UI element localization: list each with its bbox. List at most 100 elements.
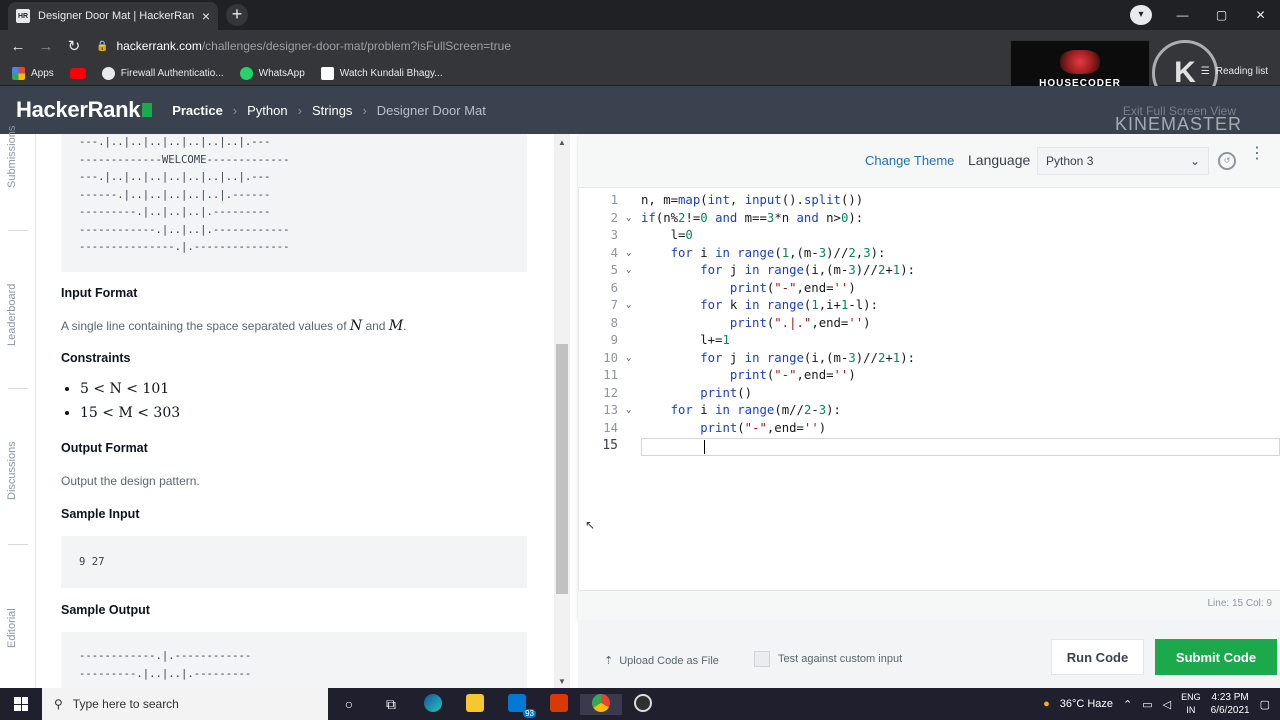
line-number: 10 [603,350,618,365]
bookmark-whatsapp[interactable]: WhatsApp [239,67,305,80]
breadcrumb-python[interactable]: Python [247,103,287,118]
language-label: Language [968,152,1031,168]
file-explorer-icon[interactable] [454,693,496,715]
mail-icon[interactable]: 93 [496,693,538,718]
code-text: for j in range(i,(m-3)//2+1): [700,350,915,365]
code-line[interactable]: 14 print("-",end='') [580,420,1280,438]
code-line[interactable]: 11 print("-",end='') [580,367,1280,385]
scroll-down-icon[interactable]: ▼ [558,677,566,686]
obs-icon[interactable] [622,693,664,715]
scrollbar-thumb[interactable] [556,344,568,594]
active-line-highlight [641,438,1280,456]
pattern-example: ---.|..|..|..|..|..|..|..|.--- ---------… [61,134,527,272]
more-options-icon[interactable]: ⋮ [1249,146,1265,162]
run-code-button[interactable]: Run Code [1051,639,1144,675]
close-tab-icon[interactable]: × [202,8,210,24]
back-icon[interactable]: ← [4,38,32,55]
fold-chevron-icon[interactable]: ⌄ [626,262,631,280]
code-text: for j in range(i,(m-3)//2+1): [700,263,915,277]
problem-scrollbar[interactable]: ▲ ▼ [554,134,570,688]
code-line[interactable]: 7 ⌄ for k in range(1,i+1-l): [580,297,1280,315]
code-line[interactable]: 4 ⌄ for i in range(1,(m-3)//2,3): [580,245,1280,263]
clock[interactable]: 4:23 PM 6/6/2021 [1211,691,1250,717]
code-line[interactable]: 2 ⌄ if(n%2!=0 and m==3*n and n>0): [580,210,1280,228]
chrome-icon[interactable] [580,693,622,715]
bookmark-apps[interactable]: Apps [12,67,54,80]
code-line[interactable]: 10 ⌄ for j in range(i,(m-3)//2+1): [580,350,1280,368]
fold-chevron-icon[interactable]: ⌄ [626,210,631,228]
custom-input-checkbox[interactable]: Test against custom input [754,651,902,667]
code-line[interactable]: 9 l+=1 [580,332,1280,350]
code-line[interactable]: 5 ⌄ for j in range(i,(m-3)//2+1): [580,262,1280,280]
code-text: print("-",end='') [700,420,827,435]
site-icon [320,67,334,80]
network-icon[interactable]: ▭ [1142,698,1152,711]
text-caret [704,440,705,454]
chevron-up-icon[interactable]: ⌃ [1123,698,1132,711]
reset-code-icon[interactable]: ↺ [1218,152,1236,170]
constraints-heading: Constraints [61,351,131,365]
notifications-icon[interactable]: ▢ [1260,698,1270,711]
code-text: n, m=map(int, input().split()) [641,193,864,207]
task-view-icon[interactable]: ⧉ [370,696,412,713]
code-text: l+=1 [641,333,730,347]
upload-code-button[interactable]: ⇡ Upload Code as File [604,654,719,668]
start-button[interactable] [0,688,42,720]
window-controls: — ▢ ✕ [1163,0,1280,30]
breadcrumb: Practice › Python › Strings › Designer D… [172,103,486,118]
constraint-item: 5 < N < 101 [80,381,180,405]
bookmark-youtube[interactable] [69,68,86,79]
volume-icon[interactable]: ◁ [1163,698,1171,711]
weather-text[interactable]: 36°C Haze [1060,698,1113,710]
sidebar-tab-editorial[interactable]: Editorial [6,608,18,648]
scroll-up-icon[interactable]: ▲ [558,138,566,147]
line-number: 14 [603,420,618,435]
hackerrank-logo[interactable]: HackerRank [16,97,153,123]
windows-logo-icon [14,697,28,711]
sidebar-tab-discussions[interactable]: Discussions [6,441,18,500]
fold-chevron-icon[interactable]: ⌄ [626,297,631,315]
taskbar-search[interactable]: ⚲ Type here to search [42,688,328,720]
forward-icon[interactable]: → [32,38,60,55]
breadcrumb-strings[interactable]: Strings [312,103,352,118]
chevron-right-icon: › [232,102,238,118]
breadcrumb-practice[interactable]: Practice [172,103,223,118]
close-window-icon[interactable]: ✕ [1241,8,1280,22]
profile-download-icon[interactable]: ▾ [1130,5,1152,25]
bookmark-kundali[interactable]: Watch Kundali Bhagy... [320,67,443,80]
line-number: 9 [610,333,618,347]
new-tab-button[interactable]: + [226,4,248,26]
edge-icon[interactable] [412,693,454,715]
fold-chevron-icon[interactable]: ⌄ [626,402,631,420]
code-area[interactable]: 1 n, m=map(int, input().split()) 2 ⌄ if(n%2!… [580,192,1280,592]
constraints-list: 5 < N < 101 15 < M < 303 [66,381,180,429]
whatsapp-icon [239,67,253,80]
input-language[interactable]: ENG IN [1181,691,1201,717]
browser-tab[interactable]: HR Designer Door Mat | HackerRank × [8,2,218,30]
language-select[interactable]: Python 3 ⌄ [1037,147,1209,175]
chevron-down-icon: ⌄ [1189,154,1200,168]
code-text: print("-",end='') [729,280,856,295]
code-line[interactable]: 13 ⌄ for i in range(m//2-3): [580,402,1280,420]
minimize-icon[interactable]: — [1163,8,1202,22]
code-line[interactable]: 12 print() [580,385,1280,403]
code-line[interactable]: 1 n, m=map(int, input().split()) [580,192,1280,210]
checkbox-icon[interactable] [754,651,770,667]
code-line[interactable]: 6 print("-",end='') [580,280,1280,298]
office-icon[interactable] [538,693,580,715]
sample-output-heading: Sample Output [61,603,150,617]
reload-icon[interactable]: ↻ [60,37,88,55]
code-line[interactable]: 3 l=0 [580,227,1280,245]
sidebar-tab-leaderboard[interactable]: Leaderboard [6,284,18,346]
code-line[interactable]: 8 print(".|.",end='') [580,315,1280,333]
maximize-icon[interactable]: ▢ [1202,8,1241,22]
address-bar[interactable]: 🔒 hackerrank.com/challenges/designer-doo… [96,35,1016,57]
cortana-icon[interactable]: ○ [328,696,370,712]
code-text: for i in range(1,(m-3)//2,3): [670,245,886,260]
change-theme-link[interactable]: Change Theme [865,153,954,168]
sidebar-tab-submissions[interactable]: Submissions [6,126,18,188]
bookmark-firewall[interactable]: Firewall Authenticatio... [101,67,224,80]
submit-code-button[interactable]: Submit Code [1155,639,1277,675]
fold-chevron-icon[interactable]: ⌄ [626,245,631,263]
fold-chevron-icon[interactable]: ⌄ [626,350,631,368]
